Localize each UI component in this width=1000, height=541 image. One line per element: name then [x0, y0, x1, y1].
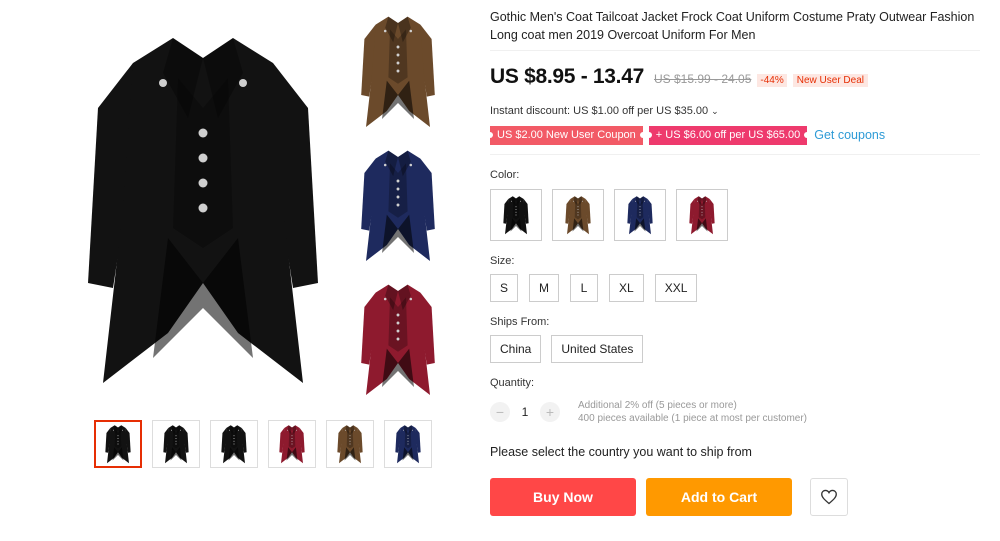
thumbnail-4[interactable] — [268, 420, 316, 468]
color-swatches — [490, 189, 990, 241]
product-title: Gothic Men's Coat Tailcoat Jacket Frock … — [490, 8, 980, 51]
size-options: S M L XL XXL — [490, 274, 990, 302]
quantity-label: Quantity: — [490, 377, 535, 389]
original-price: US $15.99 - 24.05 — [653, 72, 752, 86]
thumbnail-6[interactable] — [384, 420, 432, 468]
size-option-m[interactable]: M — [529, 274, 560, 302]
ships-from-united-states[interactable]: United States — [551, 335, 644, 363]
color-option-navy[interactable] — [614, 189, 666, 241]
divider — [490, 154, 980, 155]
shipping-notice: Please select the country you want to sh… — [490, 445, 752, 459]
variant-image-brown — [358, 6, 438, 136]
product-gallery — [0, 0, 470, 541]
ships-from-options: China United States — [490, 335, 990, 363]
new-user-deal-badge: New User Deal — [792, 74, 868, 87]
size-option-l[interactable]: L — [570, 274, 599, 302]
current-price: US $8.95 - 13.47 — [490, 65, 644, 88]
action-buttons: Buy Now Add to Cart — [490, 478, 990, 516]
variant-image-wine-red — [358, 274, 438, 404]
main-product-image[interactable] — [78, 8, 328, 408]
quantity-info: Additional 2% off (5 pieces or more) 400… — [578, 399, 807, 425]
thumbnail-5[interactable] — [326, 420, 374, 468]
discount-badge: -44% — [757, 74, 787, 87]
thumbnail-strip — [94, 420, 432, 468]
chevron-down-icon: ⌄ — [711, 106, 719, 116]
color-option-black[interactable] — [490, 189, 542, 241]
color-option-brown[interactable] — [552, 189, 604, 241]
add-to-cart-button[interactable]: Add to Cart — [646, 478, 792, 516]
quantity-increase-button[interactable]: + — [540, 402, 560, 422]
availability-note: 400 pieces available (1 piece at most pe… — [578, 413, 808, 424]
thumbnail-2[interactable] — [152, 420, 200, 468]
quantity-decrease-button[interactable]: − — [490, 402, 510, 422]
product-info: Gothic Men's Coat Tailcoat Jacket Frock … — [487, 8, 990, 516]
size-option-xl[interactable]: XL — [609, 274, 644, 302]
thumbnail-3[interactable] — [210, 420, 258, 468]
coupon-row: US $2.00 New User Coupon + US $6.00 off … — [487, 125, 990, 145]
instant-discount-text: Instant discount: US $1.00 off per US $3… — [490, 105, 709, 117]
thumbnail-1[interactable] — [94, 420, 142, 468]
price-row: US $8.95 - 13.47 US $15.99 - 24.05 -44% … — [490, 65, 990, 91]
size-label: Size: — [490, 255, 515, 267]
bulk-discount-note: Additional 2% off (5 pieces or more) — [578, 400, 737, 411]
wishlist-button[interactable] — [810, 478, 848, 516]
quantity-value[interactable]: 1 — [510, 405, 540, 419]
get-coupons-link[interactable]: Get coupons — [814, 128, 885, 142]
instant-discount[interactable]: Instant discount: US $1.00 off per US $3… — [490, 105, 990, 117]
ships-from-label: Ships From: — [490, 316, 550, 328]
variant-image-navy — [358, 140, 438, 270]
new-user-coupon[interactable]: US $2.00 New User Coupon — [487, 125, 646, 145]
heart-icon — [821, 489, 837, 505]
store-coupon[interactable]: + US $6.00 off per US $65.00 — [645, 125, 811, 145]
ships-from-china[interactable]: China — [490, 335, 542, 363]
size-option-xxl[interactable]: XXL — [654, 274, 698, 302]
color-option-wine-red[interactable] — [676, 189, 728, 241]
color-label: Color: — [490, 169, 520, 181]
buy-now-button[interactable]: Buy Now — [490, 478, 636, 516]
quantity-stepper: − 1 + Additional 2% off (5 pieces or mor… — [490, 399, 990, 425]
size-option-s[interactable]: S — [490, 274, 519, 302]
